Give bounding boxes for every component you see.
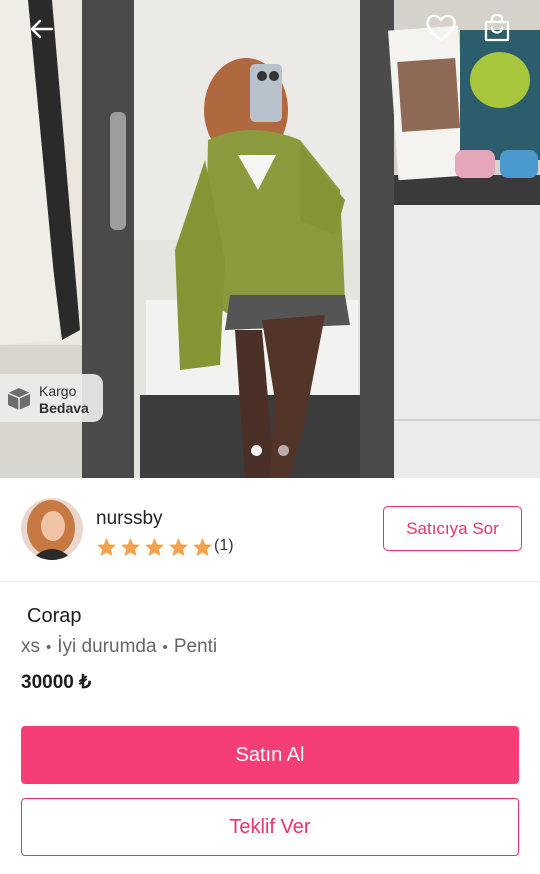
buy-button[interactable]: Satın Al: [21, 726, 519, 784]
shipping-free-label: Bedava: [39, 400, 89, 416]
product-title: Corap: [27, 605, 82, 627]
product-condition: İyi durumda: [57, 636, 157, 657]
separator: •: [162, 639, 168, 656]
shipping-label: Kargo: [39, 383, 77, 399]
seller-name[interactable]: nurssby: [96, 508, 163, 530]
star-icon: [144, 537, 165, 557]
favorite-button[interactable]: [424, 12, 458, 44]
product-price: 30000 ₺: [21, 672, 92, 693]
star-icon: [96, 537, 117, 557]
seller-section: nurssby (1) Satıcıya Sor: [0, 478, 540, 582]
arrow-left-icon: [30, 19, 54, 39]
seller-avatar[interactable]: [21, 498, 83, 560]
back-button[interactable]: [22, 14, 62, 46]
star-icon: [120, 537, 141, 557]
make-offer-button[interactable]: Teklif Ver: [21, 798, 519, 856]
rating-count: (1): [214, 537, 234, 554]
free-shipping-badge: Kargo Bedava: [0, 374, 103, 422]
product-size: xs: [21, 636, 40, 657]
box-icon: [7, 388, 31, 410]
heart-icon: [426, 14, 456, 42]
product-details: xs • İyi durumda • Penti: [21, 636, 217, 658]
star-icon: [192, 537, 213, 557]
avatar-image: [21, 498, 83, 560]
star-icon: [168, 537, 189, 557]
cart-button[interactable]: [480, 10, 514, 44]
separator: •: [46, 639, 52, 656]
product-brand[interactable]: Penti: [174, 636, 217, 657]
carousel-dot[interactable]: [251, 445, 262, 456]
ask-seller-button[interactable]: Satıcıya Sor: [383, 506, 522, 551]
carousel-dot[interactable]: [278, 445, 289, 456]
rating-stars: [96, 537, 216, 557]
shopping-bag-icon: [484, 13, 510, 42]
product-image-carousel[interactable]: Kargo Bedava: [0, 0, 540, 478]
